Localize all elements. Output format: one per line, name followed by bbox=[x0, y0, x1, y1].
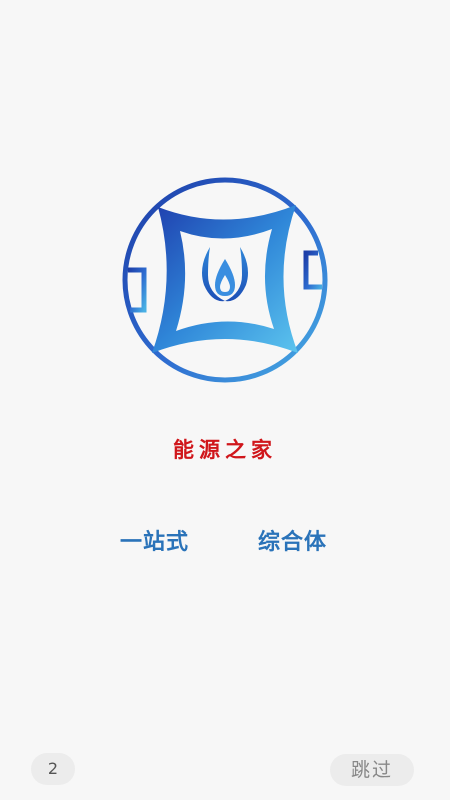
countdown-badge: 2 bbox=[31, 753, 75, 785]
splash-screen: 能源之家 一站式 综合体 2 跳过 bbox=[0, 0, 450, 800]
slogan-left: 一站式 bbox=[120, 530, 190, 555]
slogan-right: 综合体 bbox=[258, 530, 328, 555]
energy-home-logo-icon bbox=[122, 177, 328, 383]
brand-name: 能源之家 bbox=[173, 438, 277, 462]
skip-button[interactable]: 跳过 bbox=[330, 754, 414, 786]
